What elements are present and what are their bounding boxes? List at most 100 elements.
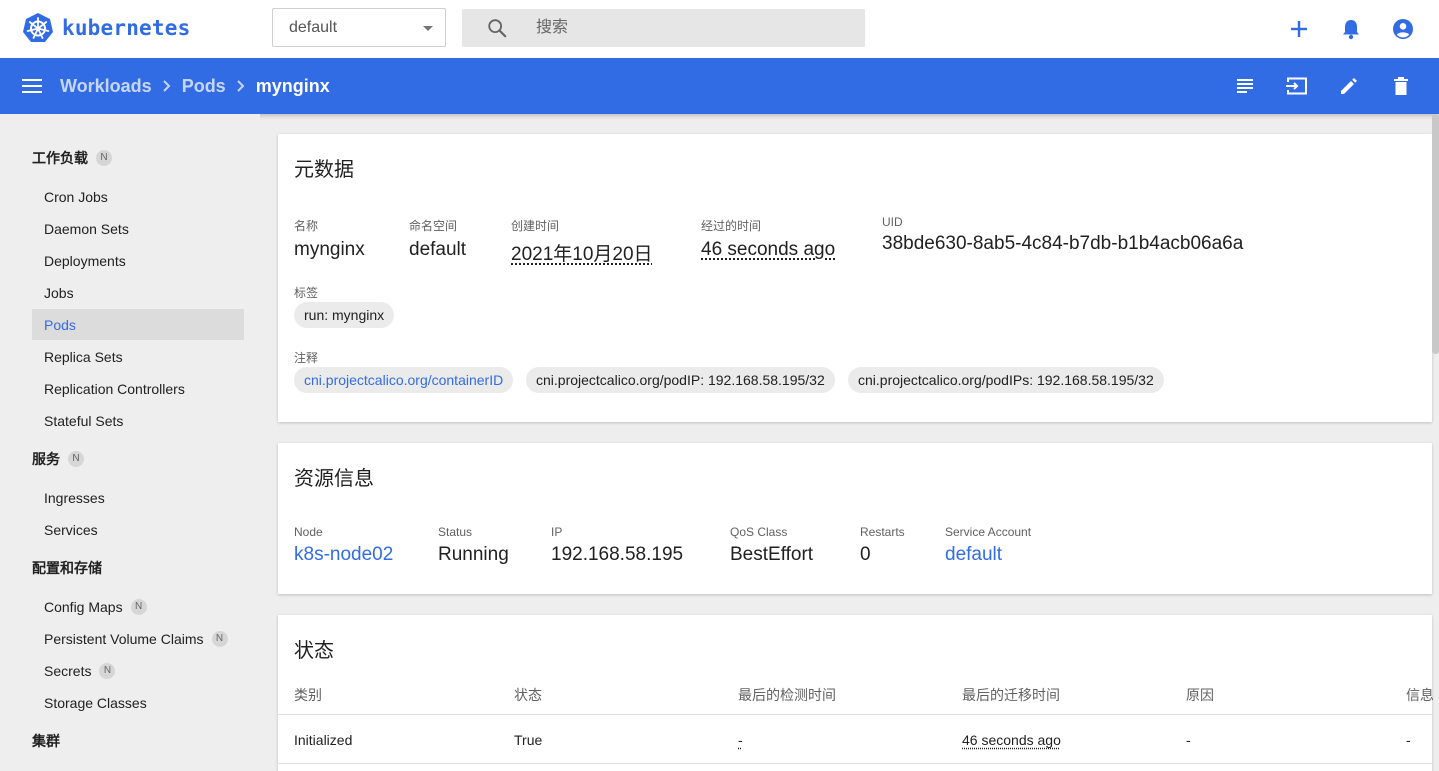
cell-value: 46 seconds ago (962, 731, 1061, 748)
qos-field: QoS Class BestEffort (730, 525, 813, 566)
field-value: default (409, 239, 467, 260)
label-chip: run: mynginx (294, 302, 395, 328)
sidebar-item-label: Secrets (44, 662, 92, 679)
menu-icon[interactable] (20, 74, 44, 98)
conditions-card: 状态 类别 状态 最后的检测时间 最后的迁移时间 原因 信息 Initializ… (278, 615, 1434, 771)
sidebar-item-label: Persistent Volume Claims (44, 630, 204, 647)
account-button[interactable] (1391, 14, 1415, 44)
namespaced-badge: N (68, 450, 84, 467)
create-button[interactable] (1287, 14, 1311, 44)
column-header: 信息 (1406, 686, 1434, 703)
sidebar-item-secrets[interactable]: Secrets N (32, 655, 244, 686)
field-label: 名称 (294, 219, 319, 233)
exec-icon (1286, 77, 1307, 95)
exec-button[interactable] (1285, 74, 1309, 98)
sidebar-item-cron-jobs[interactable]: Cron Jobs (32, 181, 244, 212)
column-header: 类别 (294, 686, 322, 703)
sidebar-item-config-maps[interactable]: Config Maps N (32, 591, 244, 622)
cell-last-probe: - (738, 716, 743, 763)
annotations-field: 注释 (294, 349, 318, 366)
kubernetes-wheel-icon (23, 13, 53, 42)
status-field: Status Running (438, 525, 509, 566)
card-title: 资源信息 (294, 468, 374, 490)
scrollbar[interactable] (1432, 114, 1439, 354)
field-label: 经过的时间 (701, 219, 762, 233)
field-label: 标签 (294, 286, 319, 300)
metadata-card: 元数据 名称 mynginx 命名空间 default 创建时间 2021年10… (278, 134, 1432, 422)
kubernetes-logo[interactable]: kubernetes (22, 12, 190, 44)
search-input[interactable] (536, 9, 856, 47)
namespace-field: 命名空间 default (409, 217, 466, 261)
field-label: IP (551, 525, 563, 539)
notifications-icon (1343, 20, 1359, 40)
column-header: 原因 (1186, 686, 1214, 703)
age-field: 经过的时间 46 seconds ago (701, 217, 835, 261)
namespaced-badge: N (99, 662, 116, 679)
column-header: 状态 (514, 686, 542, 703)
labels-field: 标签 (294, 284, 318, 301)
breadcrumb-pods[interactable]: Pods (182, 76, 226, 97)
created-date: 2021年10月20日 (511, 244, 653, 265)
sidebar-item-replication-controllers[interactable]: Replication Controllers (32, 373, 244, 404)
sidebar-item-persistent-volume-claims[interactable]: Persistent Volume Claims N (32, 623, 244, 654)
namespaced-badge: N (211, 630, 228, 647)
service-account-link[interactable]: default (945, 544, 1031, 566)
cell-reason: - (1186, 731, 1191, 748)
top-bar: kubernetes default (0, 0, 1439, 58)
field-label: Restarts (860, 525, 905, 539)
add-icon (1291, 21, 1307, 37)
field-value: BestEffort (730, 544, 814, 565)
node-link[interactable]: k8s-node02 (294, 544, 393, 566)
nav-section-config[interactable]: 配置和存储 (0, 554, 260, 581)
namespaced-badge: N (130, 598, 147, 615)
field-label: Service Account (945, 525, 1032, 539)
edit-icon (1341, 78, 1357, 94)
search-bar (462, 9, 865, 47)
delete-button[interactable] (1389, 74, 1413, 98)
sidebar-item-label: Config Maps (44, 598, 123, 615)
brand-name: kubernetes (62, 16, 191, 40)
annotation-chip[interactable]: cni.projectcalico.org/containerID (294, 367, 514, 393)
logs-icon (1237, 79, 1253, 93)
nav-section-workloads[interactable]: 工作负载 N (0, 144, 260, 171)
cell-value: - (738, 731, 743, 748)
namespace-select[interactable]: default (272, 8, 446, 47)
age-value: 46 seconds ago (701, 239, 836, 260)
field-value: 0 (860, 544, 871, 565)
table-row: Initialized True - 46 seconds ago - - (278, 716, 1432, 764)
sidebar-item-deployments[interactable]: Deployments (32, 245, 244, 276)
field-label: UID (882, 215, 903, 229)
breadcrumb-workloads[interactable]: Workloads (60, 76, 152, 97)
column-header: 最后的检测时间 (738, 686, 836, 703)
logs-button[interactable] (1233, 74, 1257, 98)
edit-button[interactable] (1337, 74, 1361, 98)
cell-message: - (1406, 731, 1411, 748)
action-bar: Workloads Pods mynginx (0, 58, 1439, 114)
nav-section-cluster[interactable]: 集群 (0, 727, 260, 754)
sidebar-item-daemon-sets[interactable]: Daemon Sets (32, 213, 244, 244)
annotation-chip: cni.projectcalico.org/podIPs: 192.168.58… (848, 367, 1164, 393)
sidebar-item-replica-sets[interactable]: Replica Sets (32, 341, 244, 372)
nav-section-service[interactable]: 服务 N (0, 445, 260, 472)
field-label: 注释 (294, 351, 319, 365)
uid-field: UID 38bde630-8ab5-4c84-b7db-b1b4acb06a6a (882, 215, 1243, 255)
sidebar-item-pods[interactable]: Pods (32, 309, 244, 340)
sidebar-item-jobs[interactable]: Jobs (32, 277, 244, 308)
card-title: 状态 (294, 640, 334, 662)
breadcrumb: Workloads Pods mynginx (60, 58, 330, 114)
resource-info-card: 资源信息 Node k8s-node02 Status Running IP 1… (278, 443, 1432, 594)
cell-status: True (514, 731, 543, 748)
notifications-button[interactable] (1339, 14, 1363, 44)
node-field: Node k8s-node02 (294, 525, 393, 566)
field-value: 192.168.58.195 (551, 544, 684, 565)
cell-type: Initialized (294, 731, 353, 748)
card-title: 元数据 (294, 159, 354, 181)
sidebar-item-stateful-sets[interactable]: Stateful Sets (32, 405, 244, 436)
name-field: 名称 mynginx (294, 217, 365, 261)
sidebar-item-storage-classes[interactable]: Storage Classes (32, 687, 244, 718)
namespace-select-value: default (289, 18, 338, 36)
sidebar-item-ingresses[interactable]: Ingresses (32, 482, 244, 513)
field-label: 创建时间 (511, 219, 560, 233)
sidebar-item-services[interactable]: Services (32, 514, 244, 545)
sidebar-item-label: Storage Classes (44, 694, 147, 711)
